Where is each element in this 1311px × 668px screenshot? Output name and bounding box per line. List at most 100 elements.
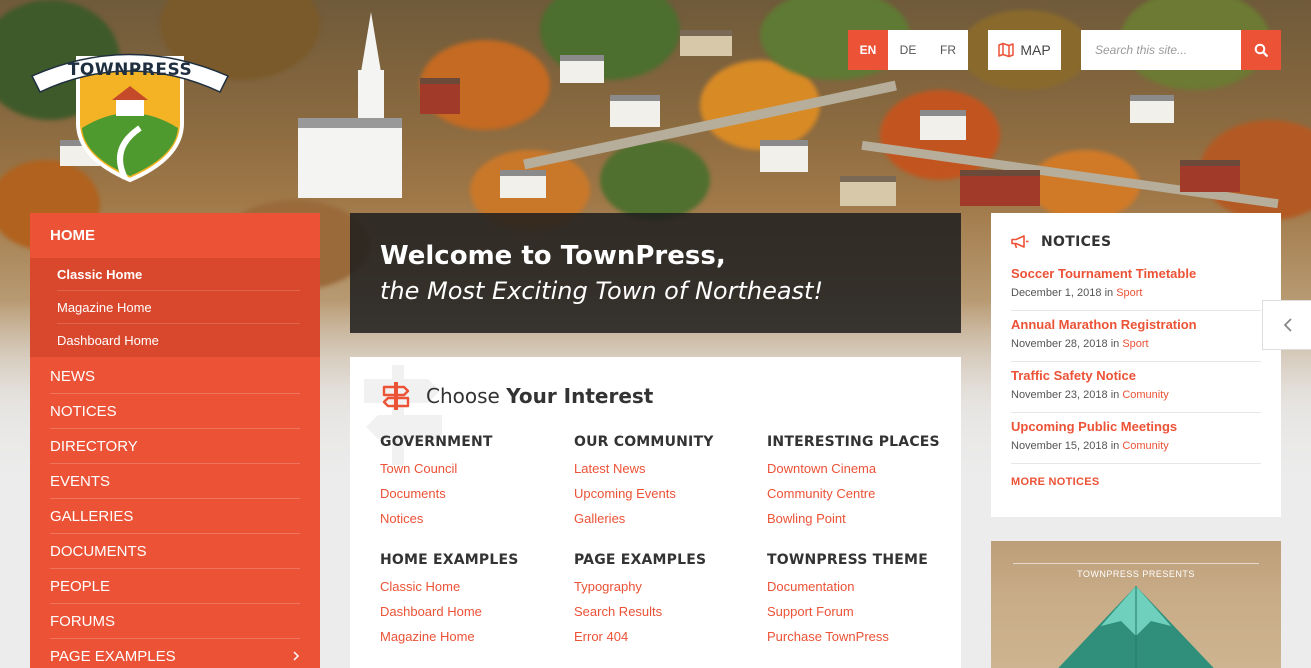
interest-column-community: OUR COMMUNITY Latest News Upcoming Event… xyxy=(574,430,754,531)
subnav-item-dashboard-home[interactable]: Dashboard Home xyxy=(57,324,300,357)
search-input[interactable] xyxy=(1081,30,1241,70)
interest-link[interactable]: Dashboard Home xyxy=(380,599,560,624)
nav-item-home[interactable]: HOME xyxy=(30,213,320,258)
nav-item-events[interactable]: EVENTS xyxy=(50,464,300,499)
search-button[interactable] xyxy=(1241,30,1281,70)
interest-column-government: GOVERNMENT Town Council Documents Notice… xyxy=(380,430,560,531)
interest-column-theme: TOWNPRESS THEME Documentation Support Fo… xyxy=(767,548,947,649)
notice-meta: November 23, 2018 in Comunity xyxy=(1011,384,1261,406)
sidebar-toggle-tab[interactable] xyxy=(1262,300,1311,350)
interest-title-bold: Your Interest xyxy=(506,384,654,408)
notice-date: December 1, 2018 xyxy=(1011,287,1102,299)
poster-mountain-icon xyxy=(1058,586,1214,668)
nav-item-label: EVENTS xyxy=(50,472,111,490)
nav-item-galleries[interactable]: GALLERIES xyxy=(50,499,300,534)
notice-meta: December 1, 2018 in Sport xyxy=(1011,282,1261,304)
interest-link[interactable]: Documentation xyxy=(767,574,947,599)
notice-title-link[interactable]: Upcoming Public Meetings xyxy=(1011,419,1261,435)
column-title: PAGE EXAMPLES xyxy=(574,552,707,568)
notice-in: in xyxy=(1110,389,1120,401)
interest-link[interactable]: Downtown Cinema xyxy=(767,456,947,481)
chevron-left-icon xyxy=(1283,318,1292,332)
lang-fr-button[interactable]: FR xyxy=(928,30,968,70)
column-title: TOWNPRESS THEME xyxy=(767,552,928,568)
interest-column-home-examples: HOME EXAMPLES Classic Home Dashboard Hom… xyxy=(380,548,560,649)
interest-link[interactable]: Latest News xyxy=(574,456,754,481)
notice-item: Upcoming Public Meetings November 15, 20… xyxy=(1011,413,1261,464)
notice-title-link[interactable]: Annual Marathon Registration xyxy=(1011,317,1261,333)
interest-link[interactable]: Documents xyxy=(380,481,560,506)
column-title: HOME EXAMPLES xyxy=(380,552,519,568)
interest-link[interactable]: Magazine Home xyxy=(380,624,560,649)
notice-date: November 28, 2018 xyxy=(1011,338,1108,350)
interest-link[interactable]: Town Council xyxy=(380,456,560,481)
lang-de-button[interactable]: DE xyxy=(888,30,928,70)
notice-category-link[interactable]: Comunity xyxy=(1122,389,1168,401)
notice-item: Annual Marathon Registration November 28… xyxy=(1011,311,1261,362)
notice-title-link[interactable]: Soccer Tournament Timetable xyxy=(1011,266,1261,282)
notice-title-link[interactable]: Traffic Safety Notice xyxy=(1011,368,1261,384)
interest-link[interactable]: Notices xyxy=(380,506,560,531)
interest-title: Choose Your Interest xyxy=(426,384,653,408)
nav-item-label: DIRECTORY xyxy=(50,437,138,455)
nav-item-news[interactable]: NEWS xyxy=(50,359,300,394)
interest-link[interactable]: Search Results xyxy=(574,599,754,624)
notice-category-link[interactable]: Comunity xyxy=(1122,440,1168,452)
lang-en-button[interactable]: EN xyxy=(848,30,888,70)
subnav-item-magazine-home[interactable]: Magazine Home xyxy=(57,291,300,324)
chevron-right-icon xyxy=(293,651,300,661)
interest-link[interactable]: Upcoming Events xyxy=(574,481,754,506)
notices-title: NOTICES xyxy=(1041,234,1112,250)
interest-title-light: Choose xyxy=(426,384,500,408)
notices-header: NOTICES xyxy=(1011,233,1261,251)
notice-item: Traffic Safety Notice November 23, 2018 … xyxy=(1011,362,1261,413)
interest-column-page-examples: PAGE EXAMPLES Typography Search Results … xyxy=(574,548,754,649)
interest-link[interactable]: Bowling Point xyxy=(767,506,947,531)
notice-category-link[interactable]: Sport xyxy=(1122,338,1148,350)
home-submenu: Classic Home Magazine Home Dashboard Hom… xyxy=(30,258,320,357)
nav-item-notices[interactable]: NOTICES xyxy=(50,394,300,429)
interest-link[interactable]: Purchase TownPress xyxy=(767,624,947,649)
notice-in: in xyxy=(1104,287,1114,299)
interest-link[interactable]: Community Centre xyxy=(767,481,947,506)
nav-item-directory[interactable]: DIRECTORY xyxy=(50,429,300,464)
notice-in: in xyxy=(1110,440,1120,452)
notice-date: November 23, 2018 xyxy=(1011,389,1108,401)
nav-item-label: NOTICES xyxy=(50,402,117,420)
interest-link[interactable]: Typography xyxy=(574,574,754,599)
interest-link[interactable]: Error 404 xyxy=(574,624,754,649)
notice-meta: November 28, 2018 in Sport xyxy=(1011,333,1261,355)
notices-widget: NOTICES Soccer Tournament Timetable Dece… xyxy=(991,213,1281,517)
nav-list: NEWS NOTICES DIRECTORY EVENTS GALLERIES … xyxy=(30,359,320,668)
search-icon xyxy=(1254,43,1268,57)
interest-link[interactable]: Galleries xyxy=(574,506,754,531)
column-title: OUR COMMUNITY xyxy=(574,434,714,450)
nav-item-forums[interactable]: FORUMS xyxy=(50,604,300,639)
subnav-item-classic-home[interactable]: Classic Home xyxy=(57,258,300,291)
nav-item-documents[interactable]: DOCUMENTS xyxy=(50,534,300,569)
welcome-banner: Welcome to TownPress, the Most Exciting … xyxy=(350,213,961,333)
nav-item-label: GALLERIES xyxy=(50,507,134,525)
signpost-icon xyxy=(382,382,410,410)
promo-poster[interactable]: TOWNPRESS PRESENTS xyxy=(991,541,1281,668)
welcome-subtitle: the Most Exciting Town of Northeast! xyxy=(380,277,824,305)
main-navigation: HOME Classic Home Magazine Home Dashboar… xyxy=(30,213,320,668)
notice-category-link[interactable]: Sport xyxy=(1116,287,1142,299)
column-title: INTERESTING PLACES xyxy=(767,434,940,450)
nav-item-label: PEOPLE xyxy=(50,577,111,595)
interest-column-places: INTERESTING PLACES Downtown Cinema Commu… xyxy=(767,430,947,531)
nav-item-page-examples[interactable]: PAGE EXAMPLES xyxy=(50,639,300,668)
more-notices-link[interactable]: MORE NOTICES xyxy=(1011,476,1261,488)
nav-item-people[interactable]: PEOPLE xyxy=(50,569,300,604)
interest-link[interactable]: Classic Home xyxy=(380,574,560,599)
search-form xyxy=(1081,30,1281,70)
site-logo[interactable]: TOWNPRESS xyxy=(30,28,230,188)
interest-link[interactable]: Support Forum xyxy=(767,599,947,624)
logo-text: TOWNPRESS xyxy=(67,60,193,80)
map-button[interactable]: MAP xyxy=(988,30,1061,70)
logo-shield-icon xyxy=(30,53,230,183)
notice-meta: November 15, 2018 in Comunity xyxy=(1011,435,1261,457)
nav-item-label: PAGE EXAMPLES xyxy=(50,647,176,665)
language-switcher: EN DE FR xyxy=(848,30,968,70)
nav-item-label: NEWS xyxy=(50,367,95,385)
